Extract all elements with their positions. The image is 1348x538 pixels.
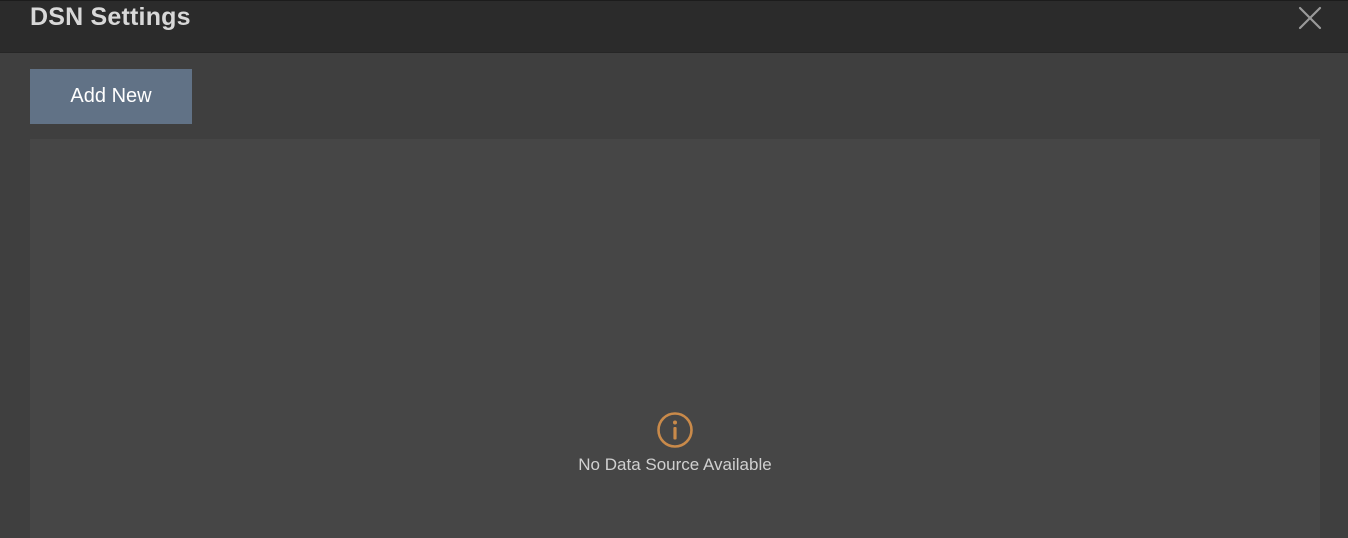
empty-state-message: No Data Source Available	[578, 455, 772, 474]
dialog-titlebar: DSN Settings	[0, 0, 1348, 53]
dialog-title: DSN Settings	[30, 3, 191, 31]
empty-state: No Data Source Available	[30, 411, 1320, 475]
add-new-button[interactable]: Add New	[30, 69, 192, 124]
info-icon	[657, 412, 693, 448]
data-source-list: No Data Source Available	[30, 139, 1320, 538]
close-icon	[1298, 6, 1322, 30]
close-button[interactable]	[1298, 6, 1322, 30]
dsn-settings-dialog: DSN Settings Add New No Data Source Avai…	[0, 0, 1348, 538]
